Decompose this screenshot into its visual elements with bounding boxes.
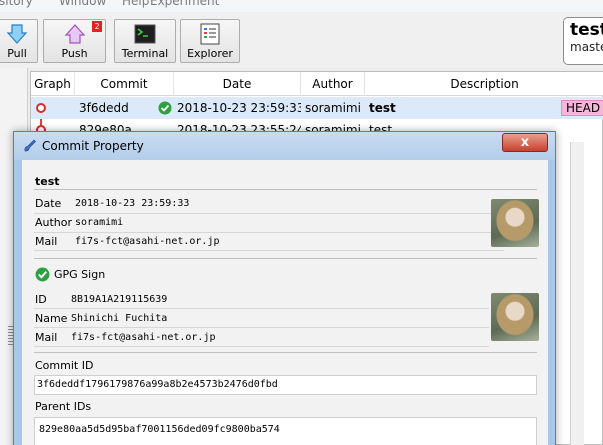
author-value: soramimi bbox=[75, 217, 124, 228]
push-count-badge: 2 bbox=[92, 21, 102, 32]
push-label: Push bbox=[61, 47, 88, 60]
pull-button[interactable]: Pull bbox=[0, 19, 38, 63]
terminal-button[interactable]: Terminal bbox=[114, 19, 176, 63]
commit-author: soramimi bbox=[305, 101, 361, 115]
parent-ids-field[interactable]: 829e80aa5d5d95baf7001156ded09fc9800ba574 bbox=[34, 417, 537, 445]
menu-item-repository[interactable]: sitory bbox=[0, 0, 33, 8]
close-button[interactable]: x bbox=[502, 133, 548, 152]
graph-node bbox=[36, 103, 46, 113]
pull-label: Pull bbox=[7, 47, 27, 60]
parent-id-value: 829e80aa5d5d95baf7001156ded09fc9800ba574 bbox=[39, 424, 280, 435]
vertical-scrollbar[interactable] bbox=[570, 142, 584, 445]
app-guitar-icon bbox=[24, 139, 36, 152]
field-divider bbox=[34, 308, 489, 309]
commit-log-header: Graph Commit Date Author Description bbox=[31, 72, 603, 96]
menu-item-help[interactable]: Help bbox=[122, 0, 149, 8]
field-divider bbox=[34, 213, 504, 214]
commit-id-value: 3f6deddf1796179876a99a8b2e4573b2476d0fbd bbox=[37, 379, 278, 390]
column-header-author[interactable]: Author bbox=[301, 72, 365, 96]
pull-arrow-icon bbox=[6, 24, 28, 44]
section-divider bbox=[34, 352, 537, 353]
explorer-button[interactable]: Explorer bbox=[180, 19, 240, 63]
verified-check-icon bbox=[35, 267, 50, 282]
dialog-body: test Date 2018-10-23 23:59:33 Author sor… bbox=[22, 160, 548, 445]
terminal-icon bbox=[134, 24, 156, 44]
push-arrow-icon bbox=[64, 24, 85, 44]
table-row[interactable]: 3f6dedd 2018-10-23 23:59:33 soramimi tes… bbox=[31, 97, 603, 119]
branch-name: maste bbox=[570, 40, 603, 54]
gpg-mail-label: Mail bbox=[35, 331, 58, 344]
commit-id-label: Commit ID bbox=[35, 359, 94, 372]
commit-id-field[interactable]: 3f6deddf1796179876a99a8b2e4573b2476d0fbd bbox=[34, 375, 537, 395]
head-tag: HEAD bbox=[561, 100, 603, 116]
gpg-id-label: ID bbox=[35, 293, 47, 306]
author-label: Author bbox=[35, 216, 73, 229]
field-divider bbox=[34, 232, 504, 233]
commit-property-dialog: Commit Property x test Date 2018-10-23 2… bbox=[13, 131, 556, 445]
close-icon: x bbox=[520, 135, 530, 150]
git-client-window: sitory Window Help Experiment Pull 2 Pus… bbox=[0, 0, 603, 445]
toolbar: Pull 2 Push Terminal Explorer tes mast bbox=[0, 12, 603, 68]
gpg-name-value: Shinichi Fuchita bbox=[71, 313, 168, 324]
date-value: 2018-10-23 23:59:33 bbox=[75, 198, 190, 209]
commit-message: test bbox=[35, 175, 60, 188]
author-avatar bbox=[491, 199, 539, 247]
field-divider bbox=[34, 346, 489, 347]
gpg-avatar bbox=[491, 293, 539, 341]
column-header-graph[interactable]: Graph bbox=[31, 72, 75, 96]
push-button[interactable]: 2 Push bbox=[43, 19, 106, 63]
column-header-description[interactable]: Description bbox=[365, 72, 603, 96]
column-header-date[interactable]: Date bbox=[174, 72, 301, 96]
explorer-label: Explorer bbox=[187, 47, 233, 60]
mail-label: Mail bbox=[35, 235, 58, 248]
column-header-commit[interactable]: Commit bbox=[75, 72, 174, 96]
terminal-label: Terminal bbox=[121, 47, 169, 60]
dialog-title-bar[interactable]: Commit Property x bbox=[14, 132, 555, 160]
gpg-id-value: 8B19A1A219115639 bbox=[71, 294, 168, 305]
gpg-sign-title: GPG Sign bbox=[54, 268, 106, 281]
explorer-list-icon bbox=[200, 23, 220, 45]
section-divider bbox=[34, 258, 537, 259]
field-divider bbox=[34, 250, 504, 251]
dialog-title: Commit Property bbox=[42, 139, 144, 153]
gpg-name-label: Name bbox=[35, 312, 68, 325]
repository-name: test bbox=[570, 20, 603, 40]
current-branch-box[interactable]: test maste bbox=[563, 17, 603, 65]
commit-hash: 3f6dedd bbox=[79, 101, 129, 115]
menu-item-experiment[interactable]: Experiment bbox=[150, 0, 219, 8]
parent-ids-label: Parent IDs bbox=[35, 400, 92, 413]
menu-bar: sitory Window Help Experiment bbox=[0, 0, 603, 12]
field-divider bbox=[34, 327, 489, 328]
verified-check-icon bbox=[158, 101, 172, 115]
commit-description: test bbox=[369, 101, 396, 115]
commit-date: 2018-10-23 23:59:33 bbox=[177, 101, 301, 115]
gpg-mail-value: fi7s-fct@asahi-net.or.jp bbox=[71, 332, 216, 343]
date-label: Date bbox=[35, 197, 62, 210]
menu-item-window[interactable]: Window bbox=[59, 0, 106, 8]
section-divider bbox=[34, 189, 537, 190]
mail-value: fi7s-fct@asahi-net.or.jp bbox=[75, 236, 220, 247]
